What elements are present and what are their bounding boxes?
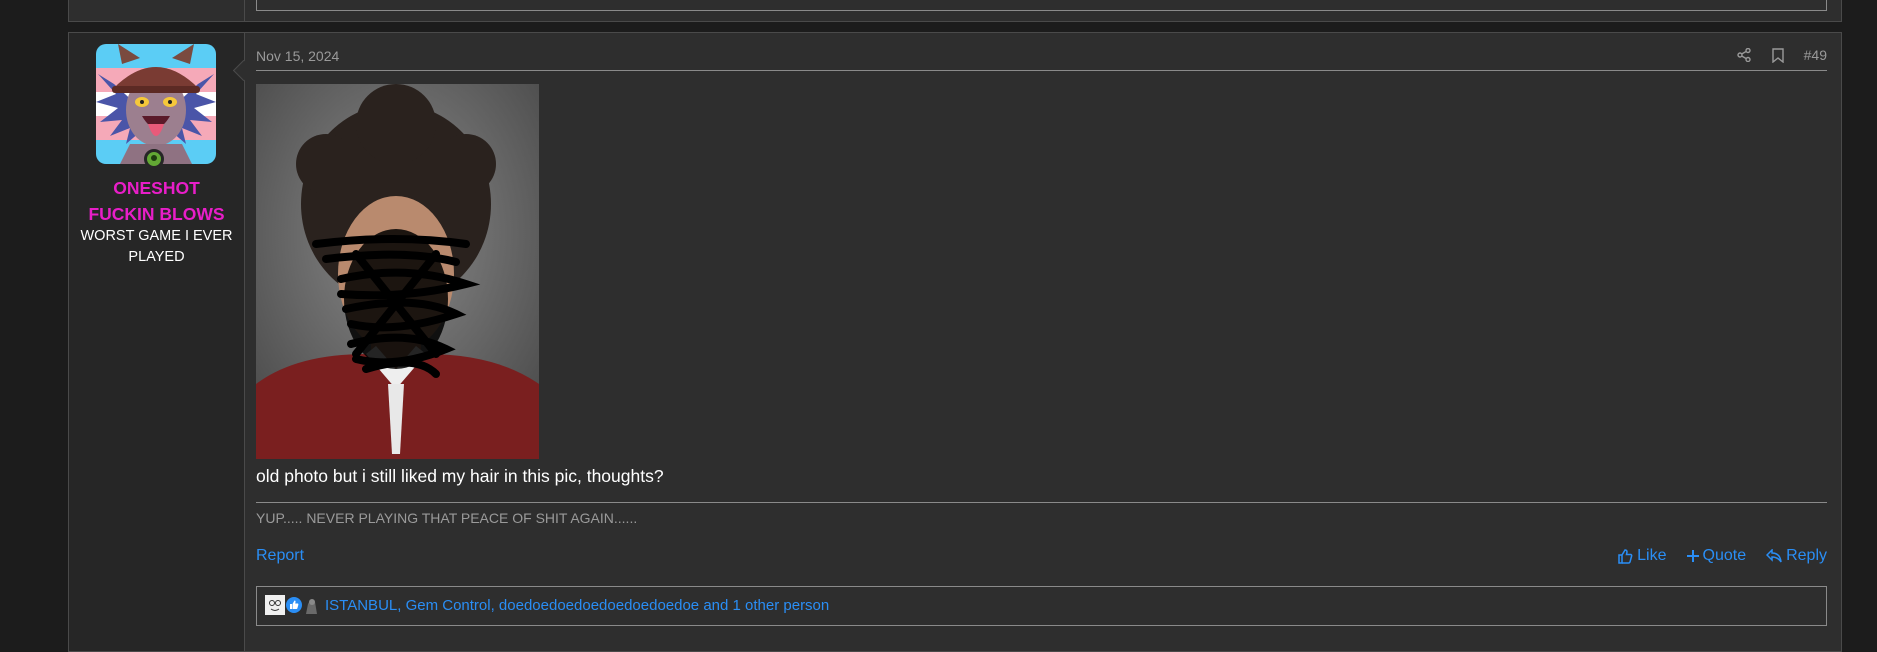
post-image[interactable] [256,84,539,459]
bookmark-icon[interactable] [1768,45,1788,65]
user-title-line-2: PLAYED [128,249,185,265]
username-line-1: ONESHOT [113,178,200,198]
reactions-bar: ISTANBUL, Gem Control, doedoedoedoedoedo… [256,586,1827,626]
reactions-summary[interactable]: ISTANBUL, Gem Control, doedoedoedoedoedo… [325,597,829,614]
reply-button[interactable]: Reply [1766,547,1827,565]
user-title-line-1: WORST GAME I EVER [80,228,233,244]
user-avatar[interactable] [96,44,216,164]
plus-icon [1686,550,1699,562]
previous-post-reactions-bar [256,0,1827,11]
like-reaction-icon [286,597,302,613]
quote-label: Quote [1702,547,1747,564]
user-title: WORST GAME I EVER PLAYED [69,226,244,268]
like-label: Like [1637,547,1667,564]
previous-post-user-cell [69,0,245,21]
reaction-avatars [265,595,319,615]
post-main: Nov 15, 2024 #49 old photo but i still l… [256,33,1827,651]
quote-button[interactable]: Quote [1686,547,1747,565]
share-icon[interactable] [1734,45,1754,65]
reply-icon [1766,549,1782,563]
previous-post-bottom [68,0,1842,22]
reactor-avatar-1[interactable] [265,595,285,615]
post-body-text: old photo but i still liked my hair in t… [256,466,664,486]
like-button[interactable]: Like [1618,547,1667,565]
post-header-actions: #49 [1734,45,1827,65]
online-status-indicator [144,149,164,169]
reply-label: Reply [1786,547,1827,564]
reactor-avatar-2[interactable] [303,596,319,614]
post-actions: Like Quote Reply [1618,547,1827,565]
report-link[interactable]: Report [256,547,304,565]
forum-post: ONESHOT FUCKIN BLOWS WORST GAME I EVER P… [68,32,1842,652]
post-header: Nov 15, 2024 #49 [256,33,1827,71]
thumbs-up-icon [1618,548,1633,564]
post-number-link[interactable]: #49 [1804,47,1827,63]
post-date[interactable]: Nov 15, 2024 [256,48,339,64]
post-signature: YUP..... NEVER PLAYING THAT PEACE OF SHI… [256,502,1827,526]
post-user-cell: ONESHOT FUCKIN BLOWS WORST GAME I EVER P… [69,33,245,651]
username[interactable]: ONESHOT FUCKIN BLOWS [69,175,244,227]
username-line-2: FUCKIN BLOWS [88,204,225,224]
post-footer: Report Like Quote Reply [256,547,1827,571]
